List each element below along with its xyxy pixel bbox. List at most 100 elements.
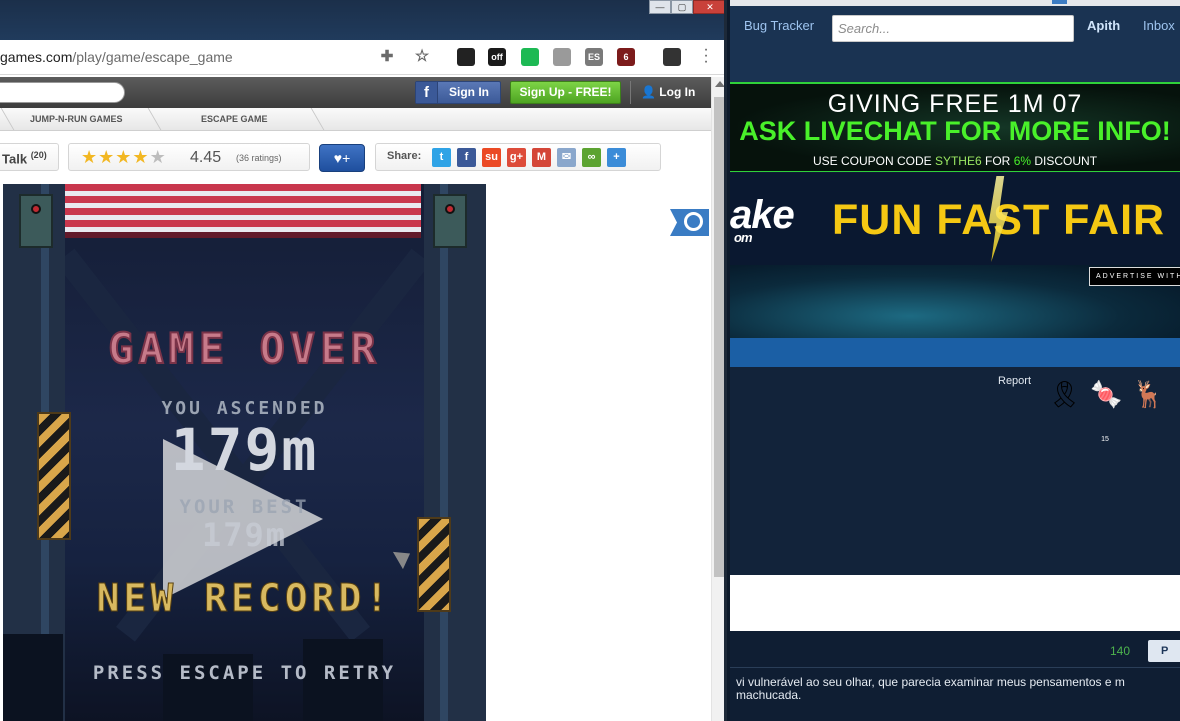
post-footer: 140 P vi vulnerável ao seu olhar, que pa… (730, 631, 1180, 721)
puzzle-icon[interactable]: ✚ (378, 48, 396, 66)
url-host: games.com (0, 49, 73, 65)
ribbon-icon: 🎗 (1048, 379, 1082, 409)
star-icon[interactable]: ☆ (413, 48, 431, 66)
post-body-area (730, 575, 1180, 631)
address-bar[interactable]: games.com/play/game/escape_game ✚ ☆ off ES 6… (0, 40, 724, 75)
email-icon[interactable]: ✉ (557, 148, 576, 167)
facebook-icon[interactable]: f (457, 148, 476, 167)
browser-titlebar: — ▢ ✕ (0, 0, 724, 40)
stumbleupon-icon[interactable]: su (482, 148, 501, 167)
bug-tracker-link[interactable]: Bug Tracker (744, 18, 814, 33)
promo-line1: GIVING FREE 1M 07 (827, 90, 1083, 118)
menu-kebab-icon[interactable]: · · · (703, 42, 709, 70)
ascended-score: 179m (170, 416, 319, 484)
star-rating[interactable]: ★★★★★ (81, 147, 167, 168)
lifebuoy-icon (684, 212, 703, 231)
promo-line2: ASK LIVECHAT FOR MORE INFO! (739, 116, 1171, 146)
roof-shadow (65, 232, 421, 238)
share-label: Share: (387, 150, 422, 162)
coupon-mid: FOR (985, 154, 1011, 168)
profile-icon[interactable] (663, 48, 681, 66)
star-icon[interactable]: ★ (98, 147, 115, 167)
coupon-prefix: USE COUPON CODE (812, 154, 932, 168)
best-score: 179m (201, 516, 288, 554)
breadcrumb-separator (0, 108, 15, 130)
promo-banner[interactable]: GIVING FREE 1M 07 ASK LIVECHAT FOR MORE … (730, 82, 1180, 172)
user-icon: 👤 (641, 85, 656, 99)
star-icon[interactable]: ★ (81, 147, 98, 167)
roof-stripes (65, 184, 421, 232)
favorite-button[interactable]: ♥+ (319, 144, 365, 172)
game-toolbar: Talk (20) ★★★★★ 4.45 (36 ratings) ♥+ Sha… (0, 131, 711, 184)
right-machine (433, 194, 467, 248)
site-search-input[interactable] (0, 82, 125, 103)
post-action-button[interactable]: P (1148, 640, 1180, 662)
breadcrumb-category[interactable]: JUMP-N-RUN GAMES (30, 114, 123, 124)
advertise-button[interactable]: ADVERTISE WITH (1089, 267, 1180, 286)
left-machine (19, 194, 53, 248)
talk-count: (20) (30, 150, 47, 160)
talk-label: Talk (2, 151, 28, 167)
thread-header-strip (730, 338, 1180, 367)
candy-cane-icon: 🍬15 (1090, 379, 1123, 444)
post-text-line: vi vulnerável ao seu olhar, que parecia … (736, 675, 1125, 689)
window-controls: — ▢ ✕ (649, 0, 724, 14)
breadcrumb: JUMP-N-RUN GAMES ESCAPE GAME (0, 108, 711, 131)
es-icon[interactable]: ES (585, 48, 603, 66)
login-button[interactable]: 👤 Log In (630, 81, 705, 104)
share-box: Share: t f su g+ M ✉ ∞ + (375, 143, 661, 171)
forum-window: Bug Tracker Search... Apith Inbox GIVING… (730, 0, 1180, 721)
browser-window: — ▢ ✕ games.com/play/game/escape_game ✚ ☆… (0, 0, 727, 721)
forum-search-input[interactable]: Search... (832, 15, 1074, 42)
star-icon[interactable]: ★ (132, 147, 149, 167)
rating-value: 4.45 (190, 149, 222, 166)
post-text: vi vulnerável ao seu olhar, que parecia … (736, 676, 1180, 702)
badge-count: 15 (1101, 436, 1109, 444)
signup-button[interactable]: Sign Up - FREE! (510, 81, 621, 104)
facebook-signin-button[interactable]: f Sign In (415, 81, 501, 104)
best-label: YOUR BEST (179, 496, 310, 518)
ublock-icon[interactable]: 6 (617, 48, 635, 66)
dss-icon[interactable] (553, 48, 571, 66)
footer-divider (730, 667, 1180, 668)
coupon-percent: 6% (1013, 154, 1032, 168)
scroll-up-icon[interactable] (715, 81, 724, 87)
game-over-title: GAME OVER (107, 323, 381, 374)
green-d-icon[interactable] (521, 48, 539, 66)
add-share-icon[interactable]: + (607, 148, 626, 167)
url-text[interactable]: games.com/play/game/escape_game (0, 49, 233, 65)
promo-line3: USE COUPON CODE SYTHE6 FOR 6% DISCOUNT (730, 154, 1180, 168)
ad-banner[interactable]: akeom FUN FAST FAIR (730, 173, 1180, 265)
scroll-thumb[interactable] (714, 97, 724, 577)
link-icon[interactable]: ∞ (582, 148, 601, 167)
site-header: f Sign In Sign Up - FREE! 👤 Log In (0, 77, 711, 108)
help-tab[interactable] (670, 209, 709, 236)
page-scrollbar[interactable] (711, 77, 724, 721)
login-label: Log In (659, 85, 696, 99)
space-background: ADVERTISE WITH (730, 265, 1180, 338)
post-text-line: machucada. (736, 688, 802, 702)
retry-prompt: PRESS ESCAPE TO RETRY (92, 662, 397, 684)
game-canvas[interactable]: GAME OVER YOU ASCENDED 179m YOUR BEST 17… (3, 184, 486, 721)
maximize-button[interactable]: ▢ (671, 0, 693, 14)
inbox-link[interactable]: Inbox (1143, 18, 1175, 33)
glasses-icon[interactable] (457, 48, 475, 66)
shm-icon[interactable]: off (488, 48, 506, 66)
rating-count: (36 ratings) (236, 153, 282, 163)
minimize-button[interactable]: — (649, 0, 671, 14)
twitter-icon[interactable]: t (432, 148, 451, 167)
star-icon[interactable]: ★ (115, 147, 132, 167)
breadcrumb-separator (138, 108, 162, 130)
username-link[interactable]: Apith (1087, 18, 1120, 33)
talk-button[interactable]: Talk (20) (0, 143, 59, 171)
breadcrumb-current[interactable]: ESCAPE GAME (201, 114, 268, 124)
report-link[interactable]: Report (998, 375, 1031, 387)
star-icon[interactable]: ★ (150, 147, 167, 167)
forum-nav: Bug Tracker Search... Apith Inbox (730, 6, 1180, 82)
gmail-icon[interactable]: M (532, 148, 551, 167)
forum-post: Report 🎗 🍬15 🦌 (730, 367, 1180, 575)
new-record-label: NEW RECORD! (96, 576, 393, 621)
close-button[interactable]: ✕ (693, 0, 724, 14)
facebook-signin-label: Sign In (449, 85, 489, 99)
googleplus-icon[interactable]: g+ (507, 148, 526, 167)
